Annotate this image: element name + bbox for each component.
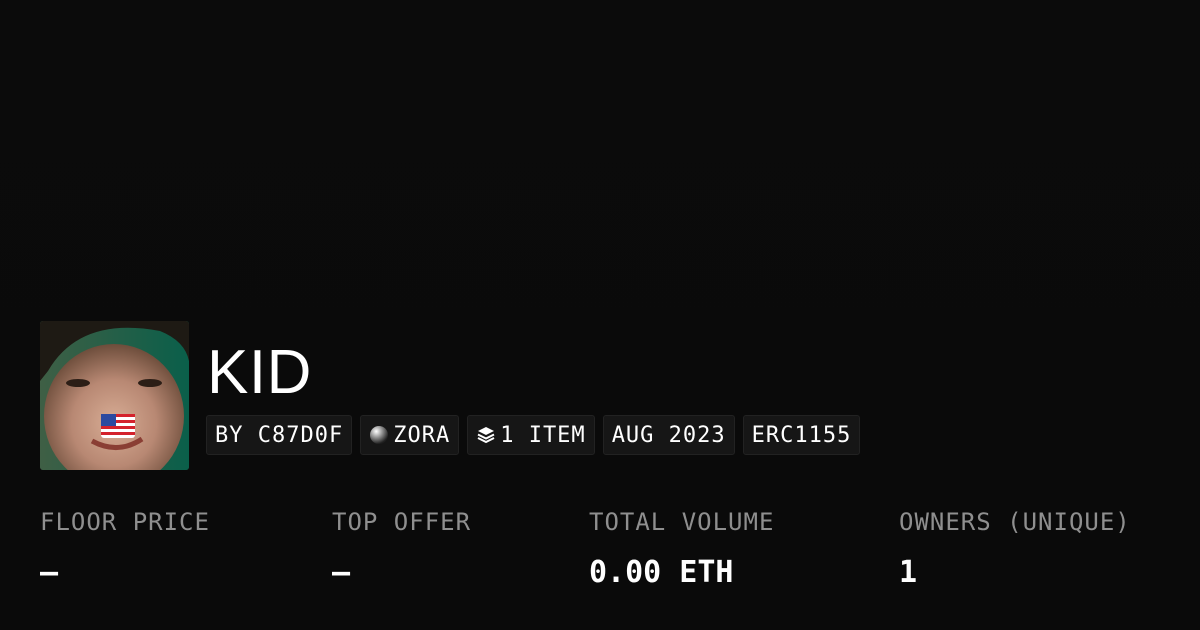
date-tag: AUG 2023 bbox=[602, 415, 735, 455]
floor-price-value: – bbox=[40, 555, 59, 590]
items-tag-label: 1 ITEM bbox=[500, 422, 586, 448]
date-tag-label: AUG 2023 bbox=[611, 422, 726, 448]
top-offer-value: – bbox=[332, 555, 351, 590]
collection-title: KID bbox=[207, 338, 312, 407]
total-volume-stat: TOTAL VOLUME 0.00 ETH bbox=[589, 505, 774, 593]
us-flag-icon bbox=[101, 414, 135, 438]
floor-price-stat: FLOOR PRICE – bbox=[40, 505, 210, 593]
floor-price-label: FLOOR PRICE bbox=[40, 508, 210, 536]
zora-orb-icon bbox=[369, 425, 389, 445]
chain-tag-label: ZORA bbox=[393, 422, 451, 448]
chain-tag[interactable]: ZORA bbox=[360, 415, 460, 455]
collection-tags: BY C87D0F ZORA 1 ITEM AUG 2023 ERC1155 bbox=[206, 415, 861, 455]
kid-face-image bbox=[40, 321, 189, 470]
owners-value: 1 bbox=[899, 555, 918, 590]
standard-tag: ERC1155 bbox=[742, 415, 861, 455]
collection-stats: FLOOR PRICE – TOP OFFER – TOTAL VOLUME 0… bbox=[0, 505, 1200, 605]
owners-label: OWNERS (UNIQUE) bbox=[899, 508, 1131, 536]
creator-tag[interactable]: BY C87D0F bbox=[206, 415, 353, 455]
total-volume-value: 0.00 ETH bbox=[589, 555, 734, 590]
top-offer-stat: TOP OFFER – bbox=[332, 505, 471, 593]
items-tag[interactable]: 1 ITEM bbox=[467, 415, 595, 455]
creator-tag-label: BY C87D0F bbox=[215, 422, 344, 448]
collection-avatar bbox=[40, 321, 189, 470]
owners-stat: OWNERS (UNIQUE) 1 bbox=[899, 505, 1131, 593]
standard-tag-label: ERC1155 bbox=[751, 422, 852, 448]
layers-icon bbox=[476, 425, 496, 445]
top-offer-label: TOP OFFER bbox=[332, 508, 472, 536]
collection-card: KID BY C87D0F ZORA 1 ITEM AUG 2023 ERC11… bbox=[0, 0, 1200, 630]
total-volume-label: TOTAL VOLUME bbox=[589, 508, 775, 536]
